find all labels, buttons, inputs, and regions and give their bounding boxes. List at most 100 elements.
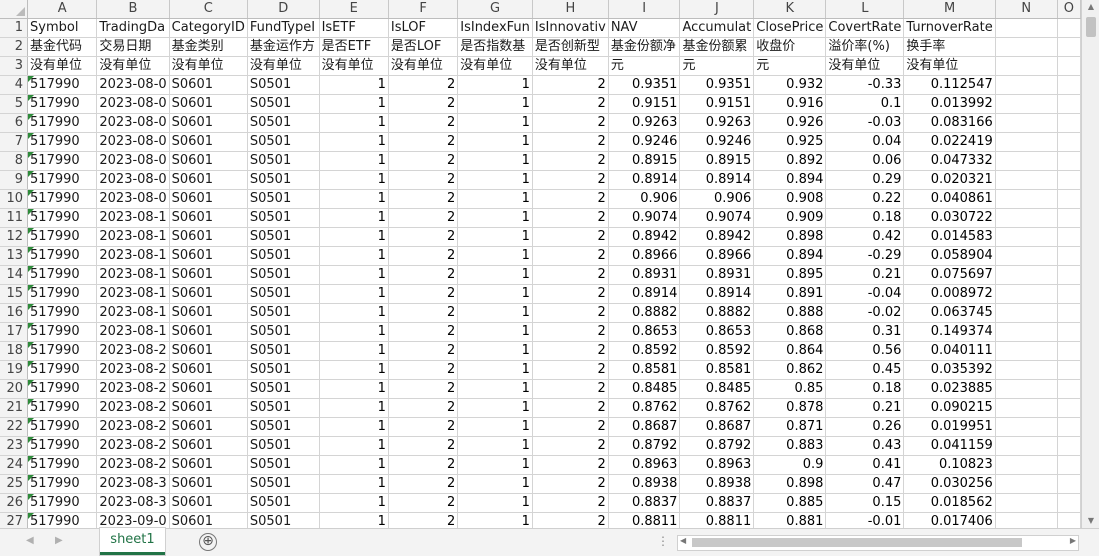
cell-e[interactable]: 1	[319, 417, 389, 437]
cell-m[interactable]: 0.112547	[903, 75, 996, 95]
cell-e[interactable]: 1	[319, 398, 389, 418]
cell-j[interactable]: 0.8914	[679, 170, 755, 190]
cell-k[interactable]: 0.888	[753, 303, 827, 323]
cell-o[interactable]	[1057, 360, 1081, 380]
cell-a[interactable]: 517990	[27, 170, 98, 190]
cell-g[interactable]: 1	[457, 341, 533, 361]
cell-o[interactable]	[1057, 474, 1081, 494]
cell-k[interactable]: 0.864	[753, 341, 827, 361]
cell-k[interactable]: 0.925	[753, 132, 827, 152]
cell-c[interactable]: S0601	[169, 474, 248, 494]
cell-a[interactable]: 517990	[27, 227, 98, 247]
cell-o[interactable]	[1057, 208, 1081, 228]
cell-b[interactable]: 2023-08-0	[96, 113, 170, 133]
cell-k[interactable]: 0.898	[753, 474, 827, 494]
cell-m[interactable]: 0.013992	[903, 94, 996, 114]
cell-k[interactable]: 0.892	[753, 151, 827, 171]
row-header[interactable]: 1	[0, 18, 29, 38]
cell-j[interactable]: 0.8792	[679, 436, 755, 456]
cell-g[interactable]: 1	[457, 493, 533, 513]
cell-o[interactable]	[1057, 189, 1081, 209]
cell-a[interactable]: 517990	[27, 398, 98, 418]
cell-e[interactable]: 1	[319, 379, 389, 399]
cell-n[interactable]	[995, 189, 1058, 209]
row-header[interactable]: 23	[0, 436, 29, 456]
row-header[interactable]: 22	[0, 417, 29, 437]
cell-l[interactable]: 0.43	[825, 436, 905, 456]
cell-l[interactable]: 0.56	[825, 341, 905, 361]
cell-g[interactable]: 是否指数基	[457, 37, 533, 57]
cell-n[interactable]	[995, 75, 1058, 95]
cell-c[interactable]: S0601	[169, 265, 248, 285]
cell-k[interactable]: 0.881	[753, 512, 827, 528]
cell-o[interactable]	[1057, 322, 1081, 342]
cell-f[interactable]: 是否LOF	[388, 37, 459, 57]
scroll-up-icon[interactable]: ▲	[1082, 0, 1099, 14]
row-header[interactable]: 21	[0, 398, 29, 418]
cell-l[interactable]: 0.41	[825, 455, 905, 475]
cell-e[interactable]: 1	[319, 113, 389, 133]
cell-a[interactable]: Symbol	[27, 18, 98, 38]
cell-o[interactable]	[1057, 227, 1081, 247]
cell-e[interactable]: 1	[319, 322, 389, 342]
cell-d[interactable]: 没有单位	[247, 56, 320, 76]
cell-j[interactable]: 0.8653	[679, 322, 755, 342]
cell-h[interactable]: 没有单位	[532, 56, 609, 76]
cell-k[interactable]: 0.9	[753, 455, 827, 475]
cell-d[interactable]: S0501	[247, 227, 320, 247]
cell-b[interactable]: 2023-08-1	[96, 208, 170, 228]
cell-j[interactable]: 0.8581	[679, 360, 755, 380]
cell-e[interactable]: 1	[319, 246, 389, 266]
column-header-i[interactable]: I	[608, 0, 681, 19]
cell-e[interactable]: 1	[319, 303, 389, 323]
cell-k[interactable]: 0.894	[753, 170, 827, 190]
cell-e[interactable]: 1	[319, 189, 389, 209]
cell-d[interactable]: S0501	[247, 75, 320, 95]
cell-o[interactable]	[1057, 246, 1081, 266]
cell-f[interactable]: 2	[388, 170, 459, 190]
scroll-right-icon[interactable]: ▶	[1070, 536, 1076, 545]
cell-a[interactable]: 517990	[27, 455, 98, 475]
cell-e[interactable]: 1	[319, 265, 389, 285]
cell-o[interactable]	[1057, 493, 1081, 513]
cell-n[interactable]	[995, 474, 1058, 494]
cell-k[interactable]: 0.909	[753, 208, 827, 228]
cell-i[interactable]: 基金份额净	[608, 37, 681, 57]
column-header-m[interactable]: M	[903, 0, 996, 19]
cell-i[interactable]: 0.8811	[608, 512, 681, 528]
cell-h[interactable]: 2	[532, 436, 609, 456]
cell-i[interactable]: 0.9263	[608, 113, 681, 133]
cell-d[interactable]: S0501	[247, 94, 320, 114]
cell-j[interactable]: 0.9074	[679, 208, 755, 228]
cell-i[interactable]: 0.8687	[608, 417, 681, 437]
cell-h[interactable]: 2	[532, 113, 609, 133]
cell-o[interactable]	[1057, 398, 1081, 418]
cell-g[interactable]: 1	[457, 189, 533, 209]
cell-j[interactable]: 0.8963	[679, 455, 755, 475]
cell-c[interactable]: S0601	[169, 189, 248, 209]
cell-h[interactable]: 2	[532, 227, 609, 247]
cell-l[interactable]: 0.29	[825, 170, 905, 190]
cell-f[interactable]: 2	[388, 341, 459, 361]
cell-n[interactable]	[995, 227, 1058, 247]
cell-c[interactable]: S0601	[169, 94, 248, 114]
cell-b[interactable]: 2023-08-2	[96, 341, 170, 361]
cell-n[interactable]	[995, 37, 1058, 57]
cell-k[interactable]: 0.891	[753, 284, 827, 304]
cell-a[interactable]: 517990	[27, 474, 98, 494]
cell-m[interactable]: 没有单位	[903, 56, 996, 76]
column-header-a[interactable]: A	[27, 0, 98, 19]
cell-d[interactable]: S0501	[247, 417, 320, 437]
cell-e[interactable]: 1	[319, 170, 389, 190]
column-header-h[interactable]: H	[532, 0, 609, 19]
scroll-left-icon[interactable]: ◀	[680, 536, 686, 545]
cell-c[interactable]: S0601	[169, 455, 248, 475]
cell-j[interactable]: 0.8915	[679, 151, 755, 171]
cell-n[interactable]	[995, 151, 1058, 171]
cell-j[interactable]: Accumulat	[679, 18, 755, 38]
cell-a[interactable]: 517990	[27, 246, 98, 266]
cell-f[interactable]: 2	[388, 227, 459, 247]
column-header-n[interactable]: N	[995, 0, 1058, 19]
cell-a[interactable]: 517990	[27, 132, 98, 152]
cell-o[interactable]	[1057, 341, 1081, 361]
